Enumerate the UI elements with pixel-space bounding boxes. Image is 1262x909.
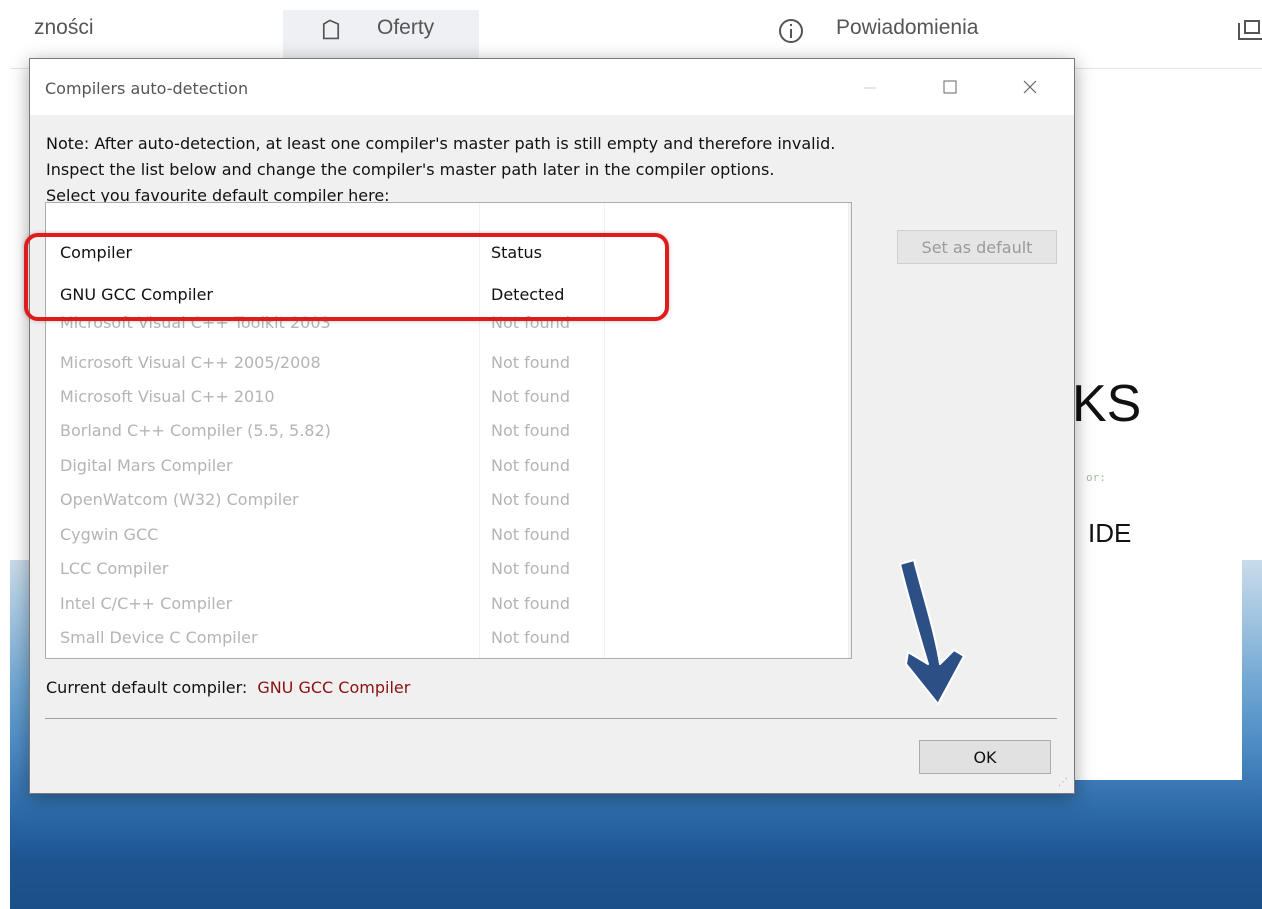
- highlight-annotation: [24, 233, 669, 321]
- info-icon: [775, 15, 807, 51]
- current-default-compiler: Current default compiler: GNU GCC Compile…: [46, 678, 410, 697]
- current-default-label: Current default compiler:: [46, 678, 248, 697]
- list-scrollbar[interactable]: [848, 203, 851, 658]
- compiler-status: Not found: [491, 387, 570, 406]
- compiler-status: Not found: [491, 525, 570, 544]
- compiler-status: Not found: [491, 456, 570, 475]
- dialog-titlebar[interactable]: Compilers auto-detection: [30, 59, 1074, 115]
- set-as-default-button[interactable]: Set as default: [897, 230, 1057, 264]
- compiler-name: Microsoft Visual C++ 2005/2008: [60, 353, 321, 372]
- compiler-status: Not found: [491, 594, 570, 613]
- nav-item-news[interactable]: zności: [34, 16, 94, 40]
- card-subheading: IDE: [1088, 518, 1132, 548]
- compiler-name: Digital Mars Compiler: [60, 456, 233, 475]
- list-item[interactable]: Cygwin GCC Not found: [46, 518, 606, 552]
- list-item[interactable]: OpenWatcom (W32) Compiler Not found: [46, 483, 606, 517]
- list-item[interactable]: Microsoft Visual C++ 2010 Not found: [46, 380, 606, 414]
- compiler-status: Not found: [491, 628, 570, 647]
- list-item[interactable]: Digital Mars Compiler Not found: [46, 449, 606, 483]
- maximize-icon: [943, 80, 957, 94]
- list-item[interactable]: Borland C++ Compiler (5.5, 5.82) Not fou…: [46, 414, 606, 448]
- note-line: Note: After auto-detection, at least one…: [46, 134, 836, 153]
- cart-icon: [1235, 15, 1262, 51]
- compiler-status: Not found: [491, 421, 570, 440]
- scroll-down-button[interactable]: [848, 630, 851, 658]
- dialog-title: Compilers auto-detection: [45, 79, 249, 98]
- compiler-name: OpenWatcom (W32) Compiler: [60, 490, 299, 509]
- ok-button[interactable]: OK: [919, 740, 1051, 774]
- divider: [45, 718, 1057, 719]
- nav-item-notifications[interactable]: Powiadomienia: [836, 16, 978, 40]
- arrow-down-icon: [899, 559, 965, 705]
- scroll-up-button[interactable]: [848, 203, 851, 231]
- tag-icon: [315, 15, 347, 51]
- list-item[interactable]: LCC Compiler Not found: [46, 552, 606, 586]
- compiler-name: Borland C++ Compiler (5.5, 5.82): [60, 421, 331, 440]
- list-item[interactable]: Intel C/C++ Compiler Not found: [46, 587, 606, 621]
- minimize-button[interactable]: [840, 59, 900, 115]
- current-default-value: GNU GCC Compiler: [257, 678, 411, 697]
- close-button[interactable]: [1000, 59, 1060, 115]
- resize-grip-icon[interactable]: ⋰: [1058, 777, 1070, 789]
- compiler-status: Not found: [491, 490, 570, 509]
- note-text: Note: After auto-detection, at least one…: [46, 131, 1046, 209]
- compiler-name: Cygwin GCC: [60, 525, 159, 544]
- compiler-name: LCC Compiler: [60, 559, 169, 578]
- compiler-status: Not found: [491, 559, 570, 578]
- card-tiny-text: or:: [1086, 471, 1106, 484]
- minimize-icon: [864, 87, 876, 89]
- card-heading: KS: [1072, 375, 1142, 433]
- compiler-status: Not found: [491, 353, 570, 372]
- close-icon: [1023, 80, 1037, 94]
- list-item[interactable]: Microsoft Visual C++ 2005/2008 Not found: [46, 346, 606, 380]
- compiler-name: Microsoft Visual C++ 2010: [60, 387, 275, 406]
- list-item[interactable]: Small Device C Compiler Not found: [46, 621, 606, 655]
- compiler-name: Intel C/C++ Compiler: [60, 594, 233, 613]
- maximize-button[interactable]: [920, 59, 980, 115]
- nav-item-offers[interactable]: Oferty: [377, 16, 434, 40]
- note-line: Inspect the list below and change the co…: [46, 160, 775, 179]
- compiler-name: Small Device C Compiler: [60, 628, 258, 647]
